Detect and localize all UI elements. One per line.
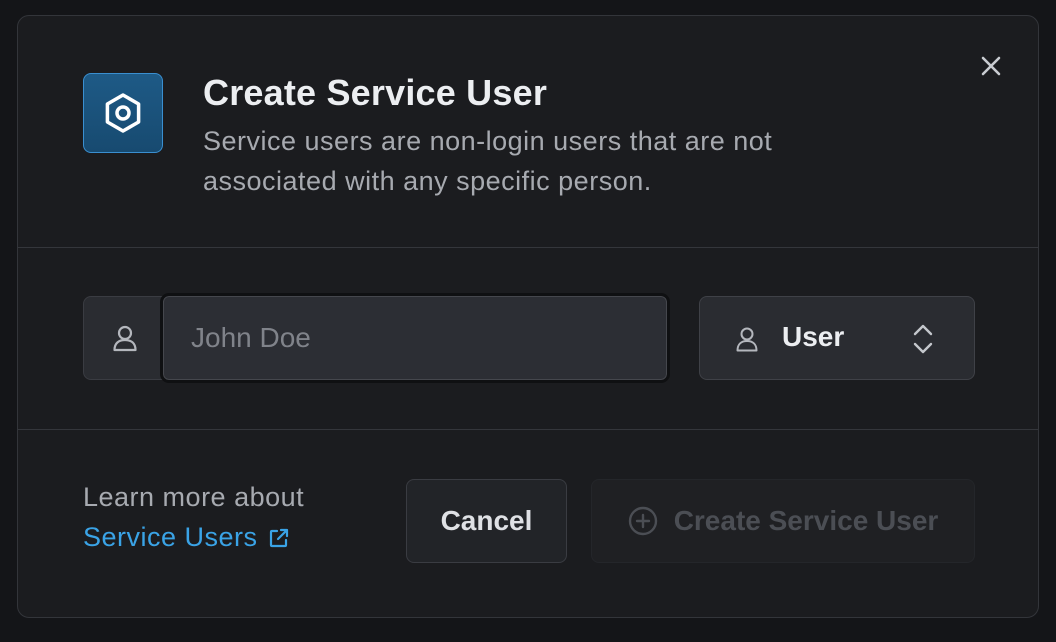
dialog-title: Create Service User — [203, 72, 548, 113]
name-field-addon — [83, 296, 167, 380]
plus-circle-icon — [628, 506, 657, 536]
create-service-user-label: Create Service User — [673, 505, 939, 536]
close-icon[interactable] — [976, 51, 1006, 81]
dialog-footer: Learn more about Service Users Cancel Cr… — [18, 430, 1038, 617]
name-input[interactable] — [160, 293, 670, 383]
dialog-header: Create Service User Service users are no… — [18, 16, 1038, 248]
chevron-up-down-icon — [913, 324, 933, 354]
role-select[interactable]: User — [699, 296, 975, 380]
user-icon — [736, 327, 758, 352]
user-icon — [113, 325, 137, 352]
service-users-link[interactable]: Service Users — [83, 522, 290, 553]
dialog-description: Service users are non-login users that a… — [203, 126, 773, 196]
service-users-link-label: Service Users — [83, 522, 258, 552]
create-service-user-dialog: Create Service User Service users are no… — [17, 15, 1039, 618]
learn-more-text: Learn more about — [83, 482, 305, 512]
name-field-group — [83, 293, 670, 383]
external-link-icon — [269, 528, 288, 547]
dialog-form: User — [18, 248, 1038, 430]
hexagon-service-icon — [83, 73, 163, 153]
cancel-button[interactable]: Cancel — [406, 479, 567, 563]
create-service-user-button[interactable]: Create Service User — [591, 479, 975, 563]
role-select-value: User — [782, 321, 845, 352]
